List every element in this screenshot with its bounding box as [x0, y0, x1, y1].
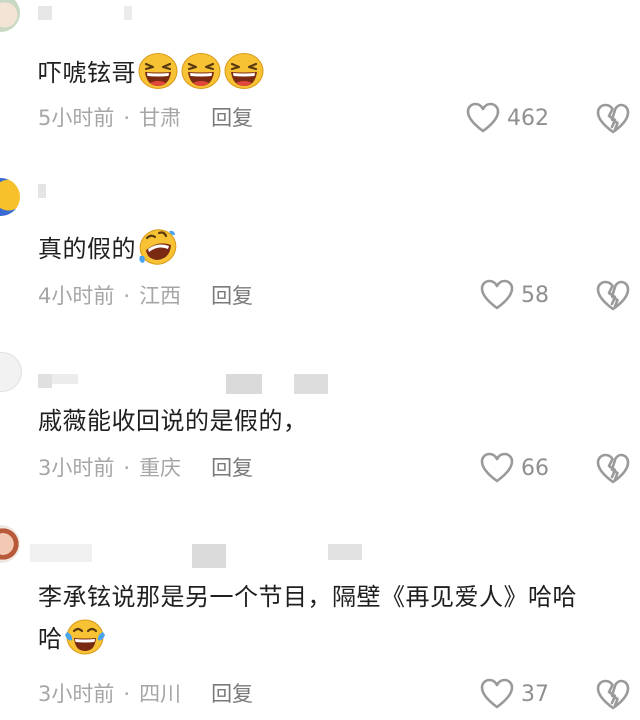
username-blurred[interactable]: [30, 544, 390, 568]
broken-heart-icon[interactable]: [596, 451, 630, 485]
comment-meta: 5小时前 · 甘肃 回复: [38, 104, 253, 132]
laughing-face-icon: [223, 52, 265, 90]
comment-time: 5小时前: [38, 106, 115, 130]
meta-separator: ·: [123, 682, 131, 706]
reply-button[interactable]: 回复: [211, 284, 253, 308]
broken-heart-icon[interactable]: [596, 101, 630, 135]
comment-time: 3小时前: [38, 682, 115, 706]
comment-text: 真的假的: [38, 228, 638, 266]
avatar[interactable]: [0, 178, 20, 216]
heart-icon: [480, 678, 514, 710]
reply-button[interactable]: 回复: [211, 456, 253, 480]
comment-text-line2: 哈: [38, 625, 63, 653]
like-count: 37: [521, 681, 549, 707]
comment-location: 重庆: [139, 456, 182, 480]
comment-text-body: 戚薇能收回说的是假的，: [38, 407, 308, 435]
username-blurred[interactable]: [38, 184, 68, 198]
laughing-face-icon: [180, 52, 222, 90]
comment-meta: 3小时前 · 四川 回复: [38, 680, 253, 708]
comment-text-body: 真的假的: [38, 235, 136, 263]
heart-icon: [480, 452, 514, 484]
laughing-face-icon: [137, 52, 179, 90]
tears-of-joy-face-icon: [64, 618, 106, 656]
comment-meta: 3小时前 · 重庆 回复: [38, 454, 253, 482]
rolling-on-floor-laughing-icon: [137, 228, 179, 266]
comment-location: 甘肃: [139, 106, 182, 130]
like-button[interactable]: 462: [466, 101, 549, 135]
like-count: 58: [521, 282, 549, 308]
comment-text: 李承铉说那是另一个节目，隔壁《再见爱人》哈哈 哈: [38, 576, 638, 660]
username-blurred[interactable]: [38, 6, 138, 20]
comment-location: 四川: [139, 682, 182, 706]
like-button[interactable]: 66: [480, 451, 549, 485]
meta-separator: ·: [123, 106, 131, 130]
comment-text: 吓唬铉哥: [38, 52, 638, 90]
comment-time: 3小时前: [38, 456, 115, 480]
avatar[interactable]: [0, 352, 22, 392]
like-count: 66: [521, 455, 549, 481]
comment-time: 4小时前: [38, 284, 115, 308]
meta-separator: ·: [123, 456, 131, 480]
avatar[interactable]: [0, 0, 20, 32]
comment-meta: 4小时前 · 江西 回复: [38, 282, 253, 310]
username-blurred[interactable]: [38, 374, 338, 394]
broken-heart-icon[interactable]: [596, 677, 630, 711]
comment-text-body: 吓唬铉哥: [38, 59, 136, 87]
meta-separator: ·: [123, 284, 131, 308]
heart-icon: [480, 279, 514, 311]
like-button[interactable]: 58: [480, 278, 549, 312]
heart-icon: [466, 102, 500, 134]
like-count: 462: [507, 105, 549, 131]
reply-button[interactable]: 回复: [211, 682, 253, 706]
avatar[interactable]: [0, 525, 20, 563]
reply-button[interactable]: 回复: [211, 106, 253, 130]
comment-text-line1: 李承铉说那是另一个节目，隔壁《再见爱人》哈哈: [38, 583, 577, 611]
like-button[interactable]: 37: [480, 677, 549, 711]
comment-location: 江西: [139, 284, 182, 308]
comment-text: 戚薇能收回说的是假的，: [38, 404, 638, 438]
broken-heart-icon[interactable]: [596, 278, 630, 312]
